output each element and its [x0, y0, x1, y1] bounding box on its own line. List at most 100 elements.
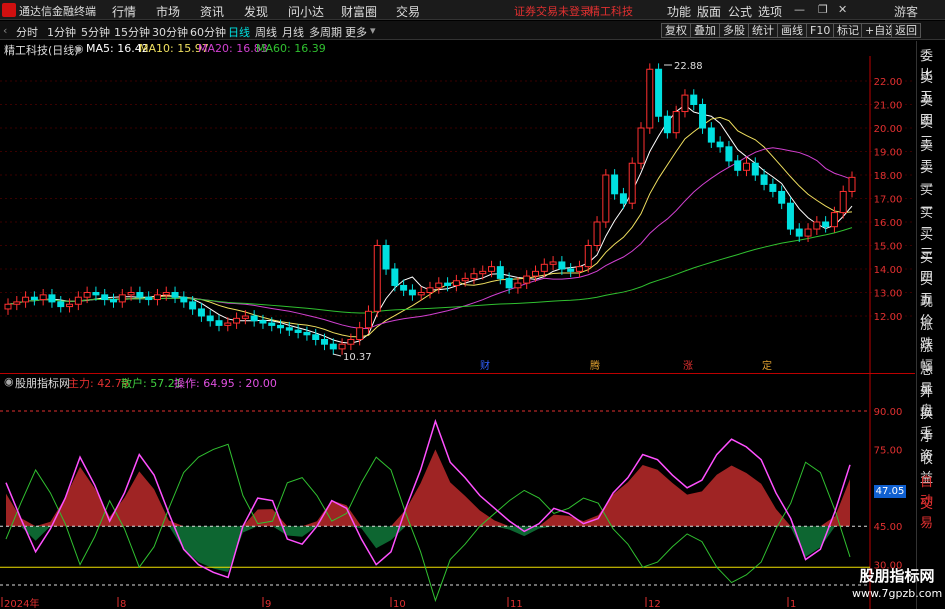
candle[interactable]	[822, 221, 830, 228]
candle[interactable]	[118, 294, 126, 303]
tab-30min[interactable]: 30分钟	[152, 24, 188, 40]
candle[interactable]	[681, 94, 689, 113]
tab-more[interactable]: 更多	[345, 24, 367, 40]
candle[interactable]	[285, 327, 293, 331]
candle[interactable]	[39, 294, 47, 301]
candle[interactable]	[171, 292, 179, 298]
candle[interactable]	[426, 287, 434, 293]
candle[interactable]	[488, 266, 496, 272]
candle[interactable]	[532, 270, 539, 277]
candle[interactable]	[250, 315, 258, 322]
menu-formula[interactable]: 公式	[728, 3, 752, 20]
tab-weekly[interactable]: 周线	[255, 24, 277, 40]
candle[interactable]	[382, 245, 390, 270]
tab-60min[interactable]: 60分钟	[190, 24, 226, 40]
candle[interactable]	[611, 174, 619, 195]
candle[interactable]	[549, 261, 557, 265]
tab-15min[interactable]: 15分钟	[114, 24, 150, 40]
candle[interactable]	[839, 190, 847, 214]
candle[interactable]	[619, 193, 627, 204]
candle[interactable]	[435, 282, 443, 289]
restore-icon[interactable]: ❐	[818, 3, 828, 16]
candle[interactable]	[356, 327, 364, 340]
trade-login-warning[interactable]: 证券交易未登录	[514, 3, 591, 19]
tab-1min[interactable]: 1分钟	[47, 24, 76, 40]
candle[interactable]	[338, 343, 346, 350]
candle[interactable]	[268, 322, 276, 326]
candle[interactable]	[417, 292, 425, 296]
tab-multi[interactable]: 多周期	[309, 24, 342, 40]
menu-discover[interactable]: 发现	[244, 3, 268, 20]
event-marker-finance[interactable]: 财	[480, 359, 490, 372]
multi-stock-button[interactable]: 多股	[719, 23, 749, 38]
tab-5min[interactable]: 5分钟	[81, 24, 110, 40]
candle[interactable]	[848, 176, 856, 192]
candle[interactable]	[4, 303, 12, 310]
candle[interactable]	[584, 245, 592, 268]
candle[interactable]	[751, 162, 759, 176]
overlay-button[interactable]: 叠加	[690, 23, 720, 38]
candle[interactable]	[593, 221, 601, 246]
candle[interactable]	[197, 308, 205, 317]
candle[interactable]	[760, 174, 768, 185]
candle[interactable]	[92, 292, 100, 296]
adjust-button[interactable]: 复权	[661, 23, 691, 38]
menu-ask[interactable]: 问小达	[288, 3, 324, 20]
candle[interactable]	[347, 339, 355, 345]
event-marker-rise[interactable]: 涨	[683, 360, 693, 372]
candle[interactable]	[22, 296, 30, 303]
candle[interactable]	[312, 334, 320, 340]
back-button[interactable]: 返回	[891, 23, 921, 38]
candle[interactable]	[215, 320, 223, 326]
indicator-settings-icon[interactable]: ◉	[4, 375, 14, 388]
quote-field-20[interactable]: 交易	[920, 493, 945, 531]
menu-markets[interactable]: 市场	[156, 3, 180, 20]
candle[interactable]	[716, 141, 724, 148]
candle[interactable]	[224, 322, 232, 326]
candle[interactable]	[734, 160, 742, 171]
candle[interactable]	[13, 301, 21, 305]
menu-options[interactable]: 选项	[758, 3, 782, 20]
candle[interactable]	[514, 282, 522, 289]
candle[interactable]	[540, 263, 548, 272]
candle[interactable]	[145, 296, 153, 301]
candle[interactable]	[725, 146, 733, 162]
close-icon[interactable]: ✕	[838, 3, 847, 16]
candle[interactable]	[408, 289, 416, 296]
candle[interactable]	[444, 282, 452, 286]
candle[interactable]	[646, 68, 654, 129]
candle[interactable]	[637, 127, 645, 164]
candle[interactable]	[189, 301, 197, 310]
candle[interactable]	[206, 315, 214, 322]
candle[interactable]	[110, 299, 117, 303]
candle[interactable]	[136, 292, 144, 298]
candle[interactable]	[329, 343, 337, 350]
mark-button[interactable]: 标记	[833, 23, 863, 38]
candle[interactable]	[505, 277, 513, 289]
candle[interactable]	[778, 190, 786, 204]
menu-news[interactable]: 资讯	[200, 3, 224, 20]
candle[interactable]	[30, 296, 38, 301]
candle[interactable]	[48, 294, 56, 303]
candle[interactable]	[558, 261, 566, 270]
candle[interactable]	[461, 277, 469, 282]
candle[interactable]	[180, 296, 188, 303]
candle[interactable]	[628, 162, 636, 204]
candle[interactable]	[672, 111, 680, 134]
candle[interactable]	[259, 320, 267, 324]
minimize-icon[interactable]: —	[794, 3, 805, 16]
candle[interactable]	[83, 292, 91, 298]
candle[interactable]	[470, 273, 478, 279]
candle[interactable]	[241, 315, 249, 319]
candle[interactable]	[400, 284, 408, 291]
menu-layout[interactable]: 版面	[697, 3, 721, 20]
candle[interactable]	[66, 303, 74, 308]
candle[interactable]	[364, 310, 372, 329]
candle[interactable]	[655, 68, 663, 117]
candle[interactable]	[479, 270, 487, 275]
event-marker-fixed[interactable]: 定	[762, 359, 772, 372]
menu-trade[interactable]: 交易	[396, 3, 420, 20]
menu-market[interactable]: 行情	[112, 3, 136, 20]
guest-user[interactable]: 游客	[894, 3, 918, 20]
candle[interactable]	[699, 104, 707, 129]
